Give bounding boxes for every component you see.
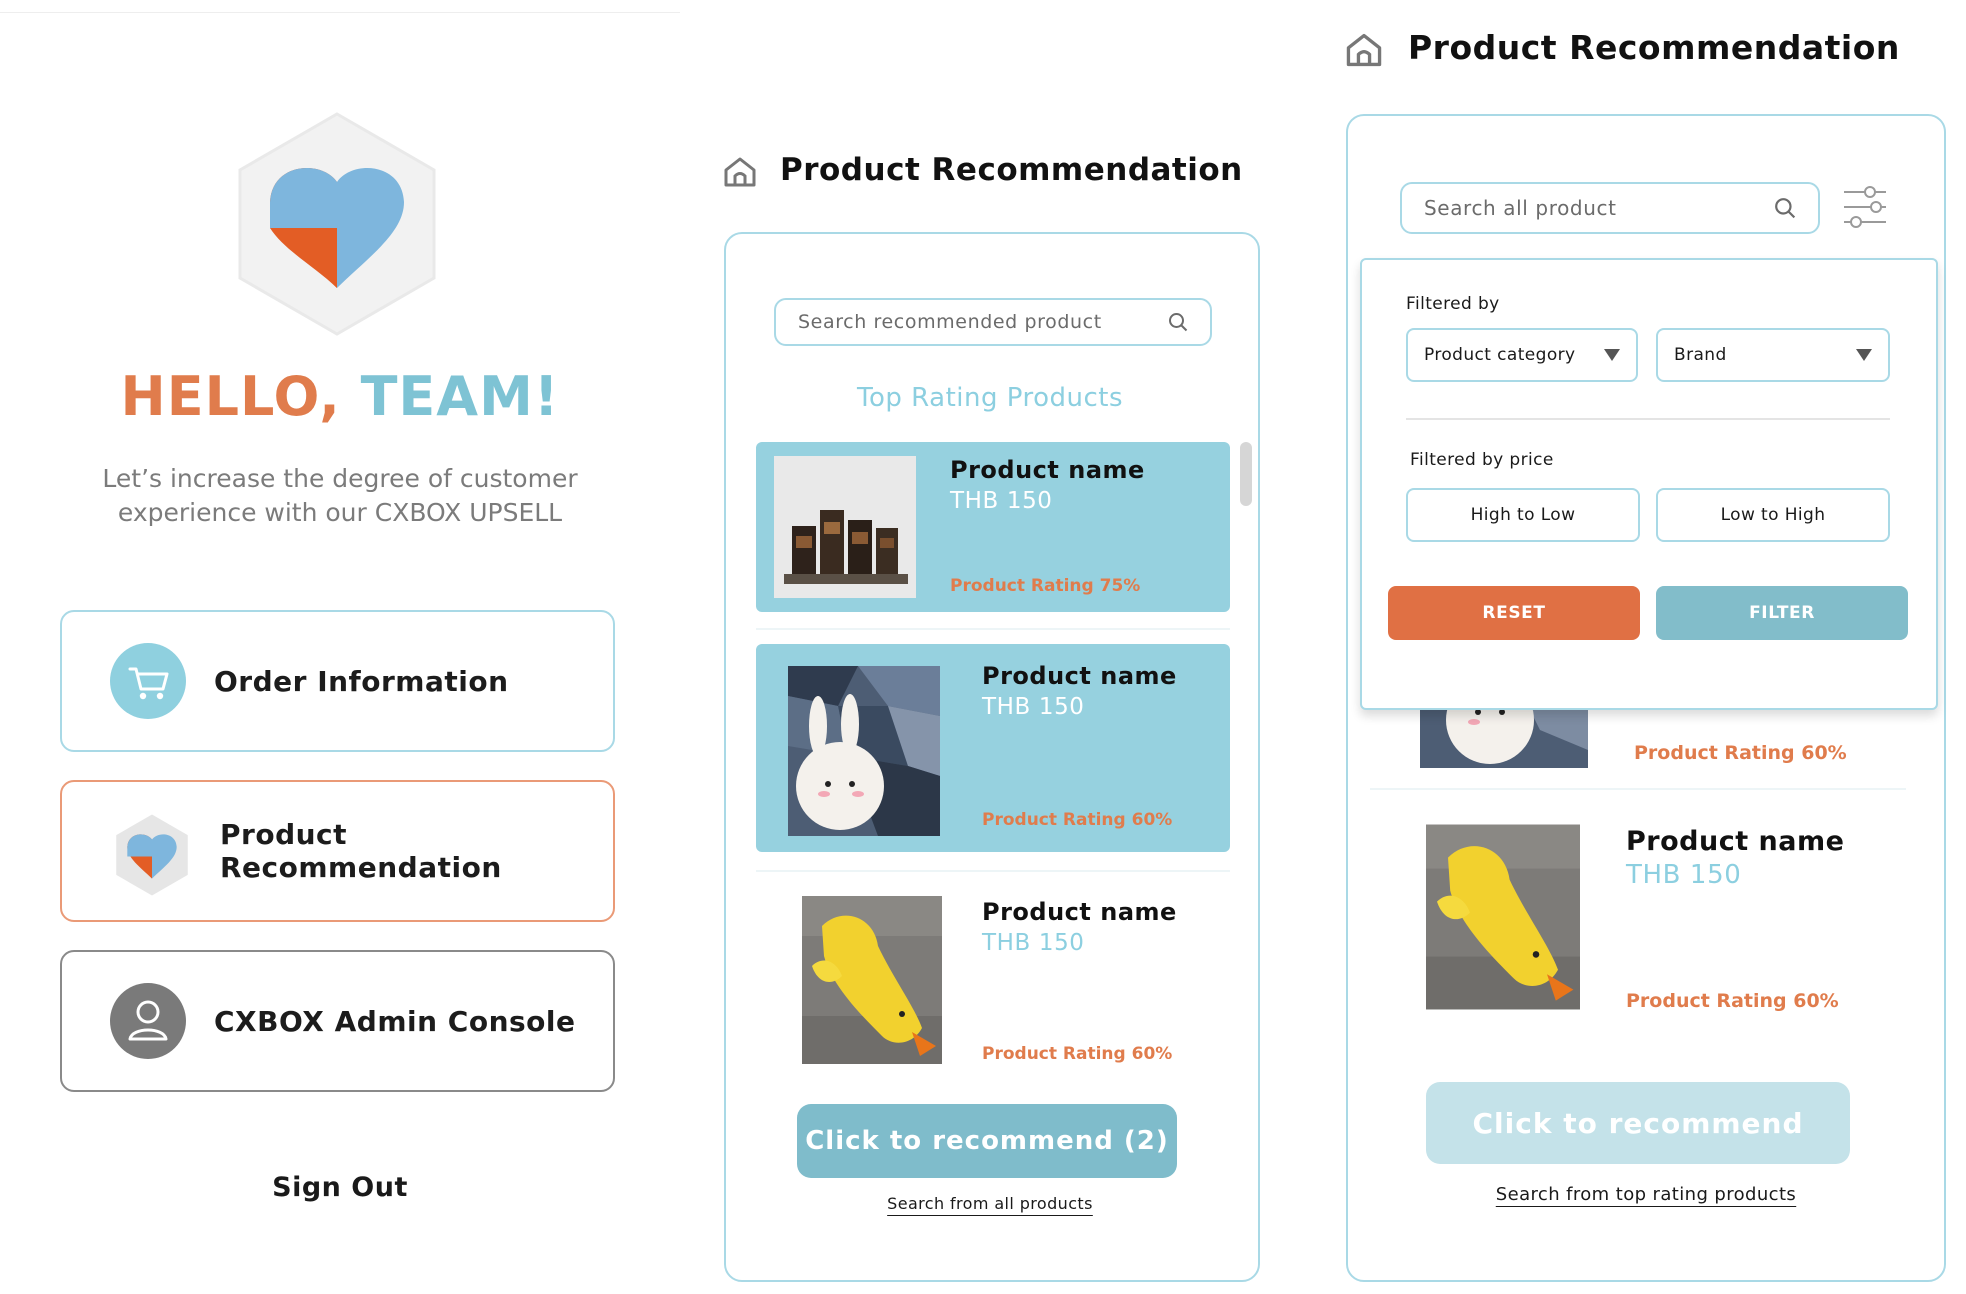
product-category-value: Product category [1424, 345, 1576, 365]
product-rating: Product Rating 75% [950, 576, 1141, 596]
product-recommendation-label: Product Recommendation [220, 818, 502, 884]
page-title: Product Recommendation [1408, 28, 1900, 67]
search-input[interactable]: Search all product [1400, 182, 1820, 234]
home-icon[interactable] [1344, 30, 1384, 74]
product-price: THB 150 [1626, 860, 1742, 890]
scrollbar[interactable] [1240, 442, 1252, 506]
search-all-products-link[interactable]: Search from all products [724, 1194, 1256, 1213]
home-subtitle: Let’s increase the degree of customer ex… [80, 462, 600, 530]
cxbox-heart-icon [110, 813, 188, 896]
divider [756, 628, 1230, 630]
brand-select[interactable]: Brand [1656, 328, 1890, 382]
filter-popup: Filtered by Product category Brand Filte… [1360, 258, 1938, 710]
sign-out-link[interactable]: Sign Out [0, 1172, 680, 1203]
reset-button[interactable]: RESET [1388, 586, 1640, 640]
product-rating: Product Rating 60% [1626, 990, 1839, 1012]
cxbox-logo [234, 110, 440, 338]
page-title: Product Recommendation [780, 152, 1243, 188]
search-icon [1775, 198, 1796, 219]
product-card[interactable]: Product name THB 150 Product Rating 75% [756, 442, 1230, 612]
product-price: THB 150 [950, 488, 1053, 514]
product-name: Product name [982, 898, 1177, 926]
high-to-low-button[interactable]: High to Low [1406, 488, 1640, 542]
product-name: Product name [950, 456, 1145, 484]
filter-sliders-icon[interactable] [1842, 184, 1888, 234]
divider [1370, 788, 1906, 790]
product-rating: Product Rating 60% [982, 1044, 1173, 1064]
admin-console-card[interactable]: CXBOX Admin Console [60, 950, 615, 1092]
filtered-by-price-label: Filtered by price [1410, 450, 1554, 470]
subtitle-line2: experience with our CXBOX UPSELL [117, 498, 563, 527]
product-name: Product name [1626, 826, 1845, 857]
greeting-heading: HELLO, TEAM! [0, 365, 680, 428]
product-card[interactable]: Product name THB 150 Product Rating 60% [756, 644, 1230, 852]
divider [756, 870, 1230, 872]
filtered-by-label: Filtered by [1406, 294, 1500, 314]
product-image [1426, 824, 1580, 1010]
recommend-button-disabled[interactable]: Click to recommend [1426, 1082, 1850, 1164]
search-top-rating-link[interactable]: Search from top rating products [1346, 1184, 1946, 1205]
product-image [788, 666, 940, 836]
product-card[interactable]: Product name THB 150 Product Rating 60% [1420, 820, 1900, 1020]
search-placeholder: Search all product [1424, 196, 1617, 220]
top-divider [0, 12, 680, 13]
brand-value: Brand [1674, 345, 1727, 365]
search-placeholder: Search recommended product [798, 311, 1102, 333]
product-name: Product name [982, 662, 1177, 690]
product-recommendation-card[interactable]: Product Recommendation [60, 780, 615, 922]
greeting-part1: HELLO, [120, 365, 341, 428]
subtitle-line1: Let’s increase the degree of customer [102, 464, 578, 493]
search-input[interactable]: Search recommended product [774, 298, 1212, 346]
user-icon [110, 983, 186, 1059]
chevron-down-icon [1856, 349, 1872, 361]
divider [1406, 418, 1890, 420]
recommend-button[interactable]: Click to recommend (2) [797, 1104, 1177, 1178]
product-image [774, 456, 916, 598]
order-information-label: Order Information [214, 664, 509, 698]
product-rating: Product Rating 60% [1634, 742, 1847, 764]
order-information-card[interactable]: Order Information [60, 610, 615, 752]
greeting-part2: TEAM! [360, 365, 560, 428]
filter-button[interactable]: FILTER [1656, 586, 1908, 640]
home-icon[interactable] [722, 154, 758, 194]
product-price: THB 150 [982, 694, 1085, 720]
product-image [802, 896, 942, 1064]
chevron-down-icon [1604, 349, 1620, 361]
product-price: THB 150 [982, 930, 1085, 956]
product-card[interactable]: Product name THB 150 Product Rating 60% [756, 880, 1230, 1076]
admin-console-label: CXBOX Admin Console [214, 1004, 576, 1038]
search-icon [1169, 313, 1188, 332]
low-to-high-button[interactable]: Low to High [1656, 488, 1890, 542]
product-category-select[interactable]: Product category [1406, 328, 1638, 382]
product-rating: Product Rating 60% [982, 810, 1173, 830]
section-title: Top Rating Products [857, 383, 1123, 413]
cart-icon [110, 643, 186, 719]
